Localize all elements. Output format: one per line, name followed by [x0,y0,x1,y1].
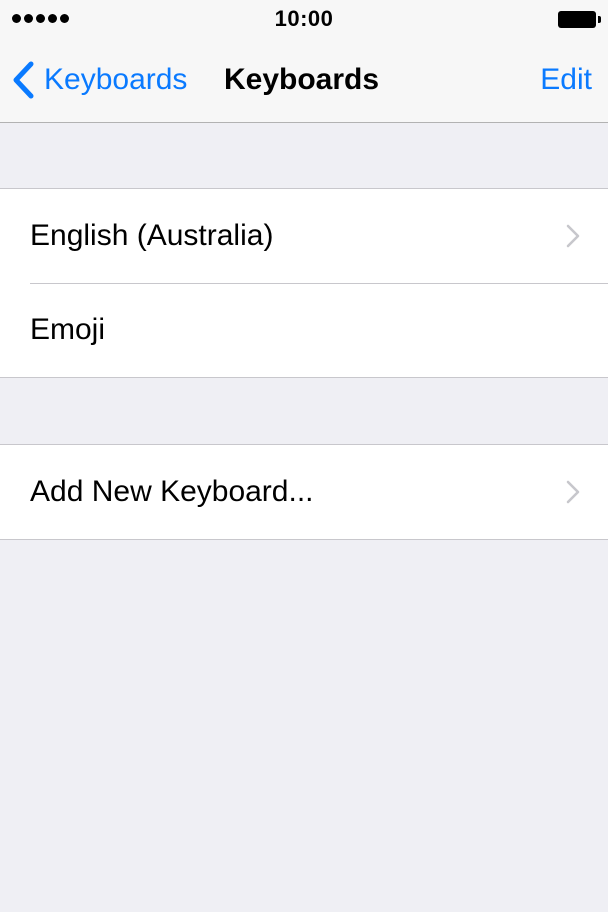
add-new-keyboard-row[interactable]: Add New Keyboard... [0,445,608,539]
back-button-label: Keyboards [44,63,188,96]
keyboards-list: English (Australia) Emoji [0,188,608,378]
chevron-right-icon [566,224,580,248]
add-new-keyboard-label: Add New Keyboard... [30,475,314,508]
keyboard-row-english-australia[interactable]: English (Australia) [0,189,608,283]
back-button[interactable]: Keyboards [12,58,187,102]
page-title: Keyboards [224,63,380,96]
chevron-left-icon [13,61,34,99]
keyboard-label: English (Australia) [30,219,274,252]
chevron-right-icon [566,480,580,504]
keyboard-label: Emoji [30,313,106,346]
keyboard-row-emoji[interactable]: Emoji [0,283,608,377]
navigation-bar: Keyboards Keyboards Edit [0,40,608,123]
keyboards-settings-screen: 10:00 Keyboards Keyboards Edit English (… [0,0,608,912]
status-bar: 10:00 [0,0,608,40]
battery-icon [558,11,601,28]
status-time: 10:00 [274,6,334,31]
edit-button[interactable]: Edit [540,62,592,98]
add-keyboard-section: Add New Keyboard... [0,444,608,540]
